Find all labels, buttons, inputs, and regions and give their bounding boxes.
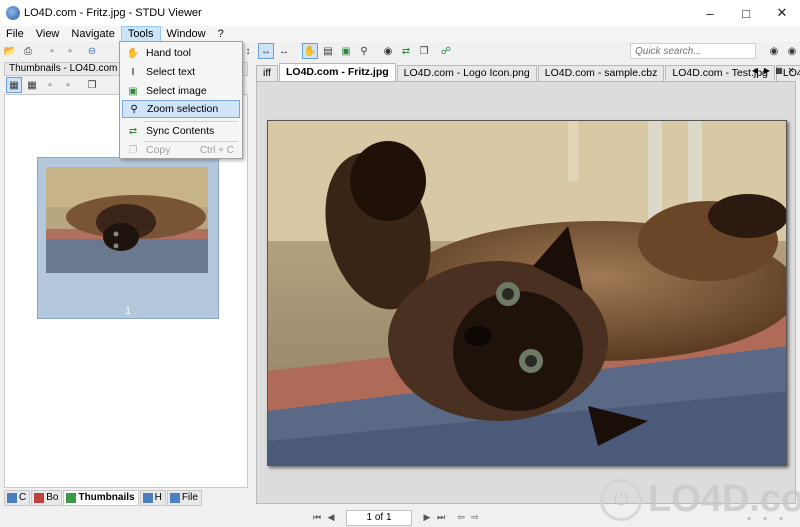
- thumbnail-number: 1: [125, 306, 131, 317]
- main-image: [267, 120, 787, 466]
- sync-contents-icon[interactable]: ⇄: [398, 43, 414, 59]
- doc-tab-partial[interactable]: iff: [256, 65, 278, 81]
- open-folder-icon[interactable]: 📂: [2, 43, 18, 59]
- tools-dropdown-menu: ✋ Hand tool I Select text ▣ Select image…: [119, 41, 243, 159]
- search-next-icon[interactable]: ◉: [784, 43, 800, 59]
- menu-item-label: Zoom selection: [147, 103, 219, 115]
- zoom-icon: ⚲: [130, 103, 138, 115]
- tab-navigation: ◀ ▶ ▦ ✕: [750, 63, 796, 77]
- doc-tab-logo-icon[interactable]: LO4D.com - Logo Icon.png: [396, 65, 537, 81]
- fit-width-icon[interactable]: ↔: [258, 43, 274, 59]
- doc-tab-fritz[interactable]: LO4D.com - Fritz.jpg: [278, 63, 396, 81]
- menu-item-select-image[interactable]: ▣ Select image: [122, 82, 240, 100]
- menu-help[interactable]: ?: [212, 26, 230, 42]
- menu-tools[interactable]: Tools: [120, 26, 161, 42]
- document-viewer[interactable]: [256, 81, 796, 504]
- last-page-icon[interactable]: ⏭: [434, 511, 448, 525]
- files-icon: [169, 493, 180, 503]
- menu-item-label: Select text: [146, 66, 196, 78]
- menu-item-label: Copy: [146, 144, 171, 156]
- next-page-icon[interactable]: ▶: [420, 511, 434, 525]
- tab-highlights[interactable]: H: [139, 490, 166, 506]
- menu-file[interactable]: File: [0, 26, 30, 42]
- fit-visible-icon[interactable]: ↔: [276, 43, 292, 59]
- minimize-icon[interactable]: –: [692, 0, 728, 26]
- thumbnail-image: [46, 167, 208, 273]
- app-icon: [6, 6, 20, 20]
- watermark: ⏻ LO4D.com: [600, 478, 800, 521]
- thumbnail-card[interactable]: 1: [37, 157, 219, 319]
- maximize-icon[interactable]: □: [728, 0, 764, 26]
- highlights-icon: [142, 493, 153, 503]
- menu-item-label: Hand tool: [146, 47, 191, 59]
- menu-item-zoom-selection[interactable]: ⚲ Zoom selection: [122, 100, 240, 118]
- web-icon[interactable]: ☍: [438, 43, 454, 59]
- tab-contents[interactable]: C: [4, 490, 31, 506]
- page-next-icon[interactable]: ▫: [62, 43, 78, 59]
- document-tabs: iff LO4D.com - Fritz.jpg LO4D.com - Logo…: [256, 63, 800, 81]
- menu-view[interactable]: View: [30, 26, 66, 42]
- window-controls: – □ ✕: [692, 0, 800, 26]
- back-icon[interactable]: ⇦: [454, 511, 468, 525]
- tab-thumbnails[interactable]: Thumbnails: [63, 490, 139, 506]
- close-icon[interactable]: ✕: [764, 0, 800, 26]
- hand-icon: ✋: [126, 47, 140, 59]
- menu-item-label: Select image: [146, 85, 207, 97]
- tab-close-icon[interactable]: ✕: [786, 63, 796, 77]
- search-prev-icon[interactable]: ◉: [766, 43, 782, 59]
- menu-item-sync-contents[interactable]: ⇄ Sync Contents: [122, 122, 240, 140]
- pane-tabs: C Bo Thumbnails H File: [4, 490, 248, 506]
- tab-label: H: [154, 492, 162, 503]
- page-prev-icon[interactable]: ▫: [44, 43, 60, 59]
- print-icon[interactable]: ⎙: [20, 43, 36, 59]
- tab-files[interactable]: File: [166, 490, 202, 506]
- select-image-icon[interactable]: ▣: [338, 43, 354, 59]
- image-icon: ▣: [128, 85, 138, 97]
- tab-bookmarks[interactable]: Bo: [31, 490, 63, 506]
- tab-scroll-right-icon[interactable]: ▶: [762, 63, 772, 77]
- tab-label: Bo: [46, 492, 59, 503]
- tab-list-icon[interactable]: ▦: [774, 63, 784, 77]
- small-thumbs-icon[interactable]: ▫: [60, 77, 76, 93]
- doc-tab-sample[interactable]: LO4D.com - sample.cbz: [537, 65, 665, 81]
- menu-item-label: Sync Contents: [146, 125, 215, 137]
- menu-item-select-text[interactable]: I Select text: [122, 63, 240, 81]
- copy-page-icon[interactable]: ❐: [84, 77, 100, 93]
- contents-icon: [7, 493, 17, 503]
- thumbnails-icon: [66, 493, 77, 503]
- tab-label: C: [19, 492, 27, 503]
- hand-tool-icon[interactable]: ✋: [302, 43, 318, 59]
- watermark-logo-icon: ⏻: [600, 478, 642, 521]
- large-thumbs-icon[interactable]: ▦: [24, 77, 40, 93]
- tab-scroll-left-icon[interactable]: ◀: [750, 63, 760, 77]
- sync-icon: ⇄: [128, 125, 138, 137]
- prev-page-icon[interactable]: ◀: [324, 511, 338, 525]
- tab-label: File: [181, 492, 198, 503]
- menu-navigate[interactable]: Navigate: [65, 26, 120, 42]
- copy-icon[interactable]: ❐: [416, 43, 432, 59]
- find-icon[interactable]: ◉: [380, 43, 396, 59]
- grid-view-icon[interactable]: ▦: [6, 77, 22, 93]
- copy-shortcut: Ctrl + C: [199, 144, 234, 156]
- first-page-icon[interactable]: ⏮: [310, 511, 324, 525]
- zoom-selection-icon[interactable]: ⚲: [356, 43, 372, 59]
- menu-item-hand-tool[interactable]: ✋ Hand tool: [122, 44, 240, 62]
- title-bar: LO4D.com - Fritz.jpg - STDU Viewer – □ ✕: [0, 0, 800, 26]
- page-indicator[interactable]: 1 of 1: [346, 509, 412, 526]
- select-text-icon[interactable]: ▤: [320, 43, 336, 59]
- watermark-text: LO4D.com: [648, 478, 800, 520]
- menu-bar: File View Navigate Tools Window ?: [0, 26, 800, 42]
- window-title: LO4D.com - Fritz.jpg - STDU Viewer: [24, 7, 202, 19]
- bookmarks-icon: [34, 493, 45, 503]
- text-cursor-icon: I: [131, 66, 135, 78]
- tab-label: Thumbnails: [78, 492, 135, 503]
- zoom-out-icon[interactable]: ⊖: [84, 43, 100, 59]
- menu-window[interactable]: Window: [161, 26, 212, 42]
- quick-search-input[interactable]: [630, 43, 756, 59]
- copy-menu-icon: ❐: [128, 144, 138, 156]
- forward-icon[interactable]: ⇨: [468, 511, 482, 525]
- menu-item-copy[interactable]: ❐ Copy Ctrl + C: [122, 141, 240, 159]
- medium-thumbs-icon[interactable]: ▫: [42, 77, 58, 93]
